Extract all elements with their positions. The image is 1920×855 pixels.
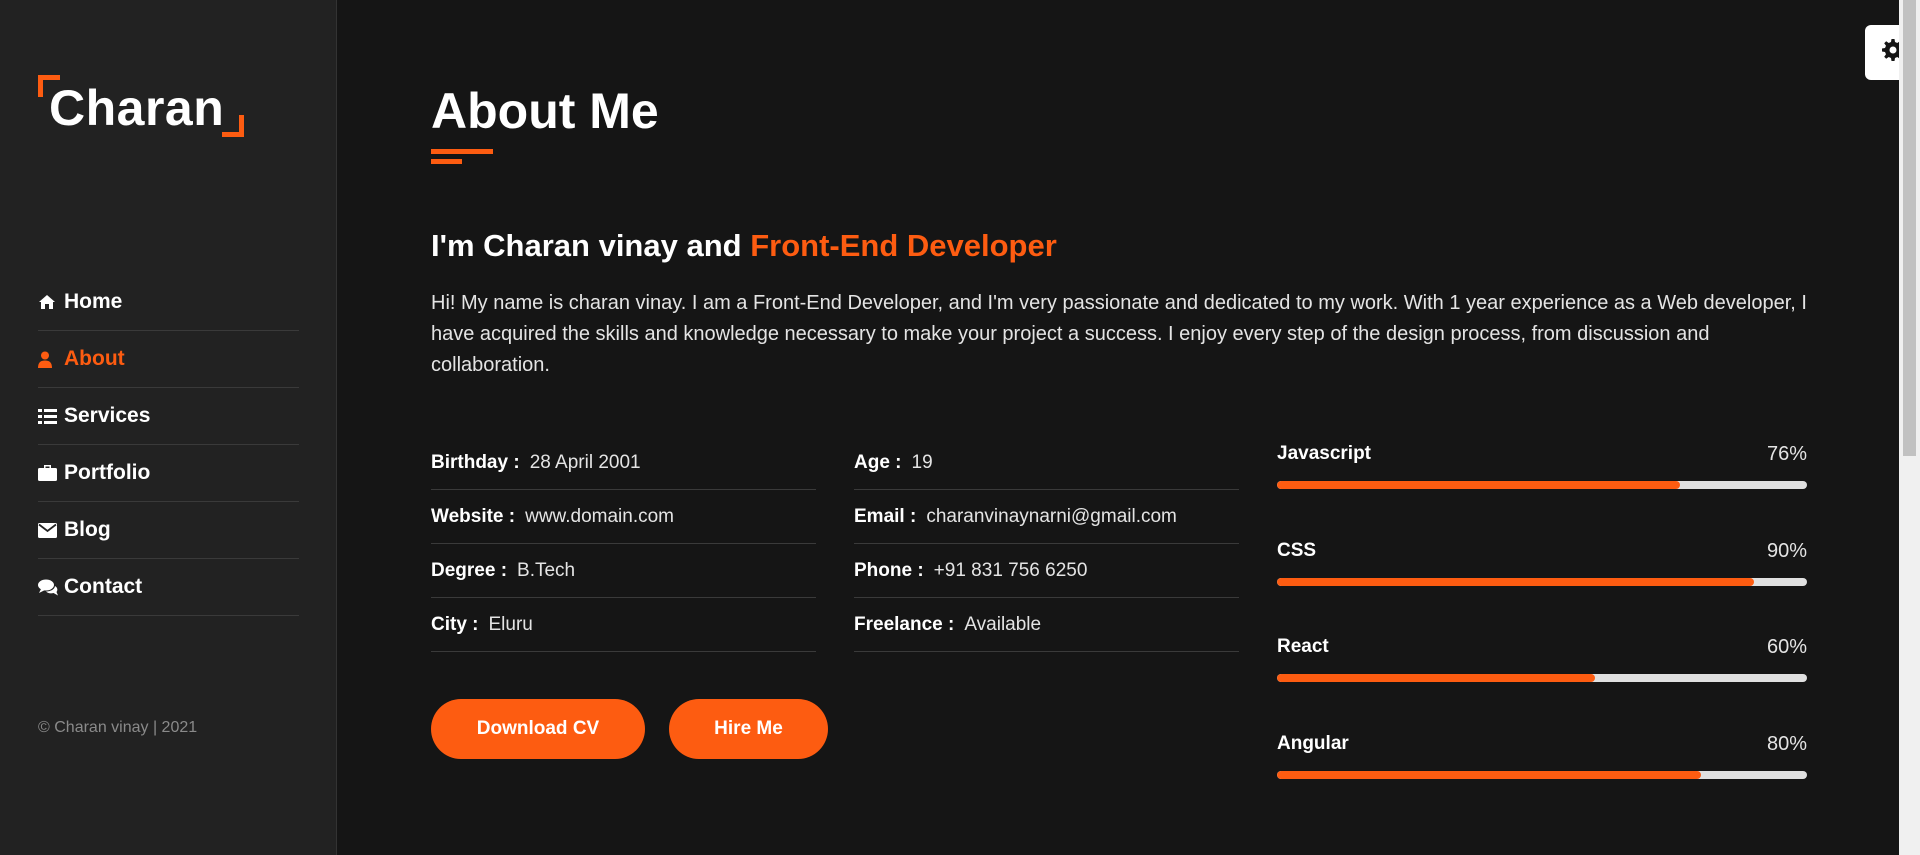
intro-role: Front-End Developer: [750, 228, 1057, 263]
scrollbar-thumb[interactable]: [1903, 0, 1916, 456]
skill-percent: 76%: [1766, 443, 1807, 465]
skill-name: React: [1277, 636, 1329, 657]
nav-item-contact[interactable]: Contact: [38, 559, 299, 616]
info-row-website: Website : www.domain.com: [431, 490, 816, 544]
info-value: B.Tech: [517, 559, 576, 581]
info-value: 19: [911, 451, 933, 473]
list-icon: [38, 408, 64, 424]
info-label: City :: [431, 613, 479, 635]
nav-label-blog: Blog: [64, 518, 111, 541]
skill-item: Angular 80%: [1277, 733, 1807, 830]
title-underline-short: [431, 159, 462, 164]
copyright: © Charan vinay | 2021: [38, 719, 198, 736]
info-value: +91 831 756 6250: [933, 559, 1088, 581]
nav-item-services[interactable]: Services: [38, 388, 299, 445]
info-label: Age :: [854, 451, 902, 473]
info-value: charanvinaynarni@gmail.com: [926, 505, 1177, 527]
user-icon: [38, 351, 64, 368]
skill-item: CSS 90%: [1277, 540, 1807, 637]
nav-label-contact: Contact: [64, 575, 143, 598]
info-value: www.domain.com: [525, 505, 674, 527]
info-value: Eluru: [488, 613, 533, 635]
nav-label-portfolio: Portfolio: [64, 461, 151, 484]
info-row-phone: Phone : +91 831 756 6250: [854, 544, 1239, 598]
skill-progress-fill: [1277, 481, 1680, 489]
nav-item-about[interactable]: About: [38, 331, 299, 388]
intro-prefix: I'm Charan vinay and: [431, 228, 751, 263]
skills-list: Javascript 76% CSS 90% React 60% Angular…: [1277, 443, 1807, 829]
info-row-birthday: Birthday : 28 April 2001: [431, 436, 816, 490]
skill-name: Javascript: [1277, 443, 1372, 464]
page-title: About Me: [431, 83, 659, 139]
info-row-email: Email : charanvinaynarni@gmail.com: [854, 490, 1239, 544]
info-label: Freelance :: [854, 613, 955, 635]
skill-progress-track: [1277, 481, 1807, 489]
skill-progress-track: [1277, 674, 1807, 682]
home-icon: [38, 294, 64, 310]
nav-item-home[interactable]: Home: [38, 274, 299, 331]
briefcase-icon: [38, 465, 64, 481]
nav-label-about: About: [64, 347, 125, 370]
skill-progress-fill: [1277, 674, 1595, 682]
info-row-freelance: Freelance : Available: [854, 598, 1239, 652]
info-value: Available: [964, 613, 1042, 635]
skill-progress-track: [1277, 770, 1807, 779]
skill-progress-track: [1277, 577, 1807, 586]
main-nav: Home About Services Portfolio Blog Conta…: [38, 274, 299, 616]
title-underline: [431, 149, 493, 154]
skill-progress-fill: [1277, 577, 1754, 586]
logo-bracket-bottom-right: [222, 115, 244, 137]
logo[interactable]: Charan: [38, 75, 244, 137]
nav-item-portfolio[interactable]: Portfolio: [38, 445, 299, 502]
skill-name: CSS: [1277, 539, 1317, 561]
info-row-city: City : Eluru: [431, 598, 816, 652]
info-row-age: Age : 19: [854, 436, 1239, 490]
info-label: Phone :: [854, 559, 924, 581]
bio-paragraph: Hi! My name is charan vinay. I am a Fron…: [431, 292, 1807, 376]
info-list-left: Birthday : 28 April 2001 Website : www.d…: [431, 436, 816, 652]
skill-item: React 60%: [1277, 636, 1807, 733]
skill-percent: 90%: [1766, 539, 1807, 562]
nav-label-services: Services: [64, 404, 151, 427]
hire-me-button[interactable]: Hire Me: [669, 699, 828, 759]
skill-item: Javascript 76%: [1277, 443, 1807, 540]
intro-heading: I'm Charan vinay and Front-End Developer: [431, 228, 1057, 264]
info-row-degree: Degree : B.Tech: [431, 544, 816, 598]
info-label: Birthday :: [431, 451, 520, 473]
sidebar: Charan Home About Services Portfolio Blo…: [0, 0, 337, 855]
skill-percent: 60%: [1766, 636, 1807, 658]
skill-percent: 80%: [1766, 732, 1807, 755]
skill-name: Angular: [1277, 732, 1349, 754]
info-label: Degree :: [431, 559, 508, 581]
skill-progress-fill: [1277, 770, 1701, 779]
envelope-icon: [38, 522, 64, 538]
info-label: Email :: [854, 505, 917, 527]
info-label: Website :: [431, 505, 516, 527]
logo-text: Charan: [49, 80, 225, 136]
info-list-right: Age : 19 Email : charanvinaynarni@gmail.…: [854, 436, 1239, 652]
about-section: About Me I'm Charan vinay and Front-End …: [431, 0, 1811, 855]
comments-icon: [38, 579, 64, 596]
nav-item-blog[interactable]: Blog: [38, 502, 299, 559]
nav-label-home: Home: [64, 290, 123, 313]
download-cv-button[interactable]: Download CV: [431, 699, 645, 759]
info-value: 28 April 2001: [529, 451, 641, 473]
page-scrollbar[interactable]: [1899, 0, 1920, 855]
